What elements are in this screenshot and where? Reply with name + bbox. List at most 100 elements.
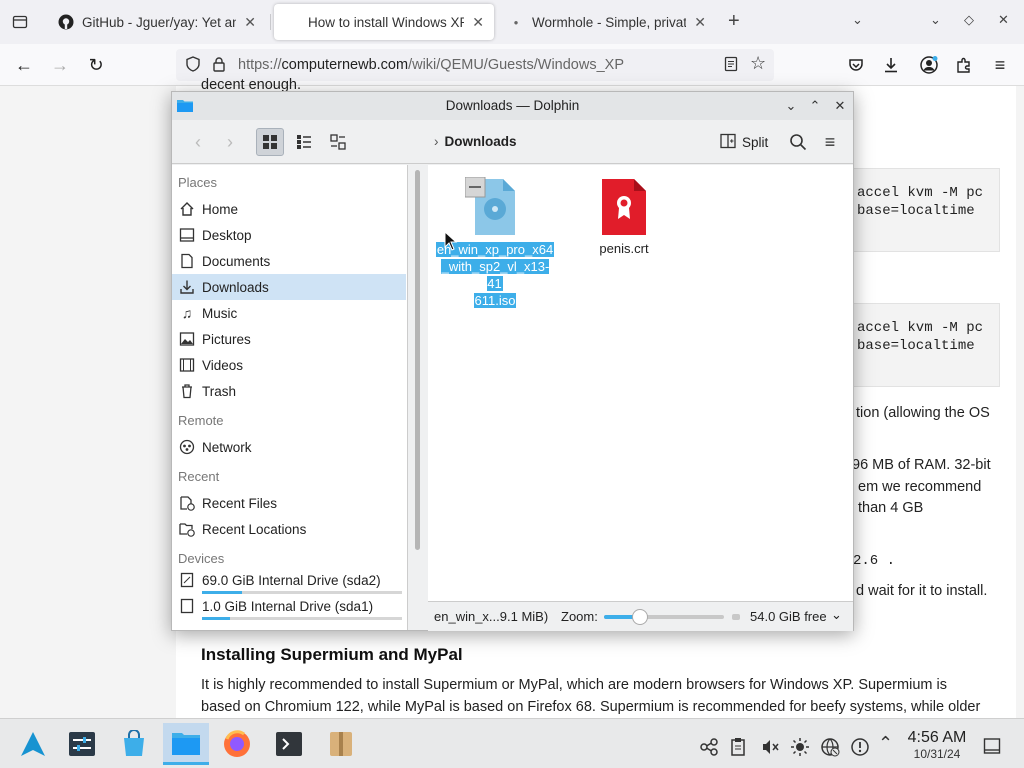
- places-item-drive-sda1[interactable]: 1.0 GiB Internal Drive (sda1): [172, 594, 406, 618]
- places-item-trash[interactable]: Trash: [172, 378, 406, 404]
- places-item-recent-files[interactable]: Recent Files: [172, 490, 406, 516]
- code-line: accel kvm -M pc: [857, 320, 984, 336]
- tab-list-icon[interactable]: [8, 10, 32, 34]
- reader-view-icon[interactable]: [724, 56, 738, 75]
- tab-github[interactable]: GitHub - Jguer/yay: Yet an ✕: [48, 4, 266, 40]
- lock-icon[interactable]: [212, 56, 226, 75]
- recent-files-icon: [178, 494, 196, 512]
- split-button[interactable]: Split: [720, 133, 768, 152]
- url-text[interactable]: https://computernewb.com/wiki/QEMU/Guest…: [238, 57, 624, 73]
- extensions-icon[interactable]: [952, 53, 976, 77]
- page-icon: [284, 14, 300, 30]
- tab-windows-xp[interactable]: How to install Windows XP ✕: [274, 4, 494, 40]
- ark-archive-icon[interactable]: [318, 723, 364, 765]
- network-disconnected-icon[interactable]: [820, 737, 840, 761]
- volume-muted-icon[interactable]: [760, 737, 780, 761]
- details-view-icon[interactable]: [324, 128, 352, 156]
- chevron-up-icon[interactable]: ⌃: [878, 733, 893, 754]
- tab-wormhole[interactable]: ● Wormhole - Simple, privat ✕: [498, 4, 716, 40]
- chevron-down-icon[interactable]: ⌄: [831, 607, 842, 623]
- breadcrumb-downloads[interactable]: Downloads: [445, 134, 517, 149]
- documents-icon: [178, 252, 196, 270]
- hamburger-menu-icon[interactable]: ≡: [988, 53, 1012, 77]
- firefox-icon[interactable]: [214, 723, 260, 765]
- close-tab-icon[interactable]: ✕: [244, 14, 256, 31]
- account-icon[interactable]: [917, 53, 941, 77]
- remote-header: Remote: [178, 413, 224, 428]
- clipboard-icon[interactable]: [730, 737, 746, 761]
- file-view[interactable]: en_win_xp_pro_x64 _with_sp2_vl_x13-41 61…: [428, 165, 853, 601]
- close-window-icon[interactable]: ✕: [998, 12, 1009, 28]
- file-item-crt[interactable]: penis.crt: [574, 177, 674, 256]
- github-icon: [58, 14, 74, 30]
- bookmark-star-icon[interactable]: ☆: [750, 53, 766, 74]
- zoom-slider-handle[interactable]: [632, 609, 648, 625]
- discover-store-icon[interactable]: [111, 723, 157, 765]
- minimize-icon[interactable]: ⌄: [930, 12, 941, 28]
- compact-view-icon[interactable]: [290, 128, 318, 156]
- clock[interactable]: 4:56 AM 10/31/24: [902, 729, 972, 761]
- shield-icon[interactable]: [184, 55, 202, 76]
- zoom-slider-end: [732, 614, 740, 620]
- places-item-videos[interactable]: Videos: [172, 352, 406, 378]
- system-settings-icon[interactable]: [59, 723, 105, 765]
- downloads-icon[interactable]: [879, 53, 903, 77]
- places-item-desktop[interactable]: Desktop: [172, 222, 406, 248]
- app-launcher-icon[interactable]: [10, 723, 56, 765]
- places-item-downloads[interactable]: Downloads: [172, 274, 406, 300]
- brightness-icon[interactable]: [790, 737, 810, 761]
- maximize-icon[interactable]: ◇: [964, 12, 974, 28]
- icons-view-icon[interactable]: [256, 128, 284, 156]
- taskbar: ⌃ 4:56 AM 10/31/24: [0, 718, 1024, 768]
- places-item-drive-sda2[interactable]: 69.0 GiB Internal Drive (sda2): [172, 568, 406, 592]
- window-title: Downloads — Dolphin: [445, 98, 580, 113]
- search-icon[interactable]: [784, 128, 812, 156]
- recent-locations-icon: [178, 520, 196, 538]
- devices-header: Devices: [178, 551, 225, 566]
- certificate-icon: [574, 177, 674, 237]
- show-desktop-icon[interactable]: [983, 737, 1001, 759]
- places-header: Places: [178, 175, 218, 190]
- split-label: Split: [742, 135, 769, 150]
- close-icon[interactable]: ✕: [831, 97, 849, 115]
- downloads-icon: [178, 278, 196, 296]
- desktop-icon: [178, 226, 196, 244]
- text-fragment: em we recommend: [858, 479, 982, 495]
- forward-icon[interactable]: ›: [216, 128, 244, 156]
- window-titlebar[interactable]: Downloads — Dolphin ⌄ ⌃ ✕: [172, 92, 853, 120]
- breadcrumb[interactable]: › Downloads: [434, 134, 517, 149]
- status-bar: en_win_x...9.1 MiB) Zoom: 54.0 GiB free …: [428, 601, 853, 631]
- dolphin-task-icon[interactable]: [163, 723, 209, 765]
- file-name: penis.crt: [599, 241, 649, 256]
- hamburger-menu-icon[interactable]: ≡: [816, 128, 844, 156]
- places-item-network[interactable]: Network: [172, 434, 406, 460]
- list-all-tabs-icon[interactable]: ⌄: [852, 12, 863, 28]
- free-space[interactable]: 54.0 GiB free: [750, 609, 827, 624]
- pocket-icon[interactable]: [844, 53, 868, 77]
- maximize-icon[interactable]: ⌃: [806, 97, 824, 115]
- drive-icon: [178, 597, 196, 615]
- paragraph-line: It is highly recommended to install Supe…: [201, 677, 947, 693]
- places-item-home[interactable]: Home: [172, 196, 406, 222]
- tab-title: Wormhole - Simple, privat: [532, 14, 687, 30]
- tab-title: How to install Windows XP: [308, 14, 465, 30]
- konsole-icon[interactable]: [266, 723, 312, 765]
- places-scrollbar[interactable]: [415, 170, 420, 550]
- kde-connect-icon[interactable]: [699, 737, 719, 761]
- close-tab-icon[interactable]: ✕: [472, 14, 484, 31]
- places-item-recent-locations[interactable]: Recent Locations: [172, 516, 406, 542]
- places-item-documents[interactable]: Documents: [172, 248, 406, 274]
- new-tab-icon[interactable]: +: [728, 10, 740, 32]
- dolphin-toolbar: ‹ › › Downloads Split ≡: [172, 120, 853, 164]
- zoom-slider[interactable]: [604, 609, 724, 625]
- places-item-pictures[interactable]: Pictures: [172, 326, 406, 352]
- updates-icon[interactable]: [850, 737, 870, 761]
- back-icon[interactable]: ‹: [184, 128, 212, 156]
- minimize-icon[interactable]: ⌄: [782, 97, 800, 115]
- places-item-music[interactable]: ♫ Music: [172, 300, 406, 326]
- file-name-line: _with_sp2_vl_x13-41: [440, 259, 550, 291]
- forward-icon[interactable]: →: [48, 53, 72, 77]
- close-tab-icon[interactable]: ✕: [694, 14, 706, 31]
- back-icon[interactable]: ←: [12, 53, 36, 77]
- reload-icon[interactable]: ↻: [84, 53, 108, 77]
